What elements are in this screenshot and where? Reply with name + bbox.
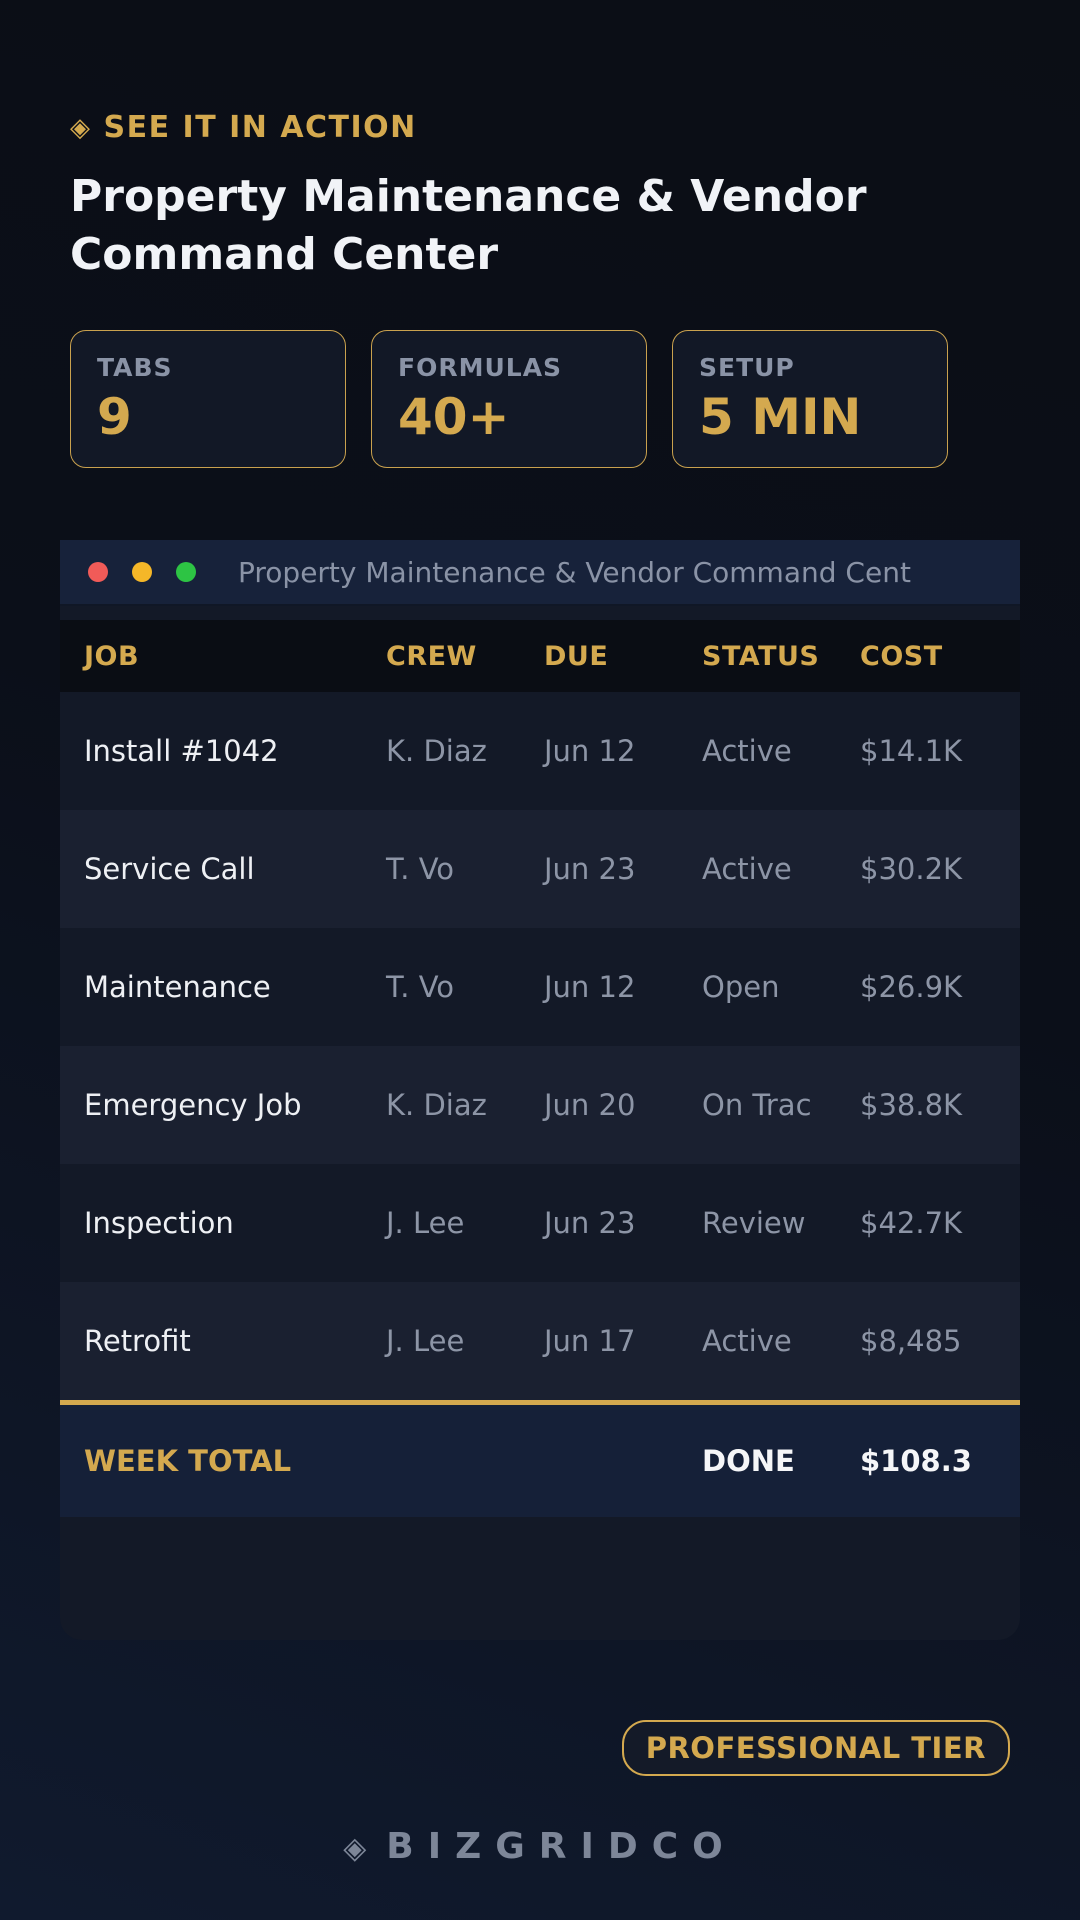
cell-due: Jun 23	[544, 852, 636, 886]
cell-due: Jun 17	[544, 1324, 636, 1358]
cell-job: Emergency Job	[84, 1088, 302, 1122]
table-body: Install #1042 K. Diaz Jun 12 Active $14.…	[60, 692, 1020, 1400]
stat-label: FORMULAS	[398, 353, 563, 382]
stats-row: TABS 9 FORMULAS 40+ SETUP 5 MIN	[70, 330, 948, 468]
window-title: Property Maintenance & Vendor Command Ce…	[238, 555, 911, 589]
stat-label: TABS	[97, 353, 173, 382]
tier-badge: PROFESSIONAL TIER	[621, 1720, 1010, 1776]
table-row[interactable]: Maintenance T. Vo Jun 12 Open $26.9K	[60, 928, 1020, 1046]
cell-cost: $38.8K	[860, 1088, 963, 1122]
cell-status: Review	[702, 1206, 806, 1240]
table-row[interactable]: Inspection J. Lee Jun 23 Review $42.7K	[60, 1164, 1020, 1282]
cell-status: Active	[702, 852, 792, 886]
cell-due: Jun 23	[544, 1206, 636, 1240]
table-row[interactable]: Emergency Job K. Diaz Jun 20 On Trac $38…	[60, 1046, 1020, 1164]
cell-job: Inspection	[84, 1206, 234, 1240]
total-label: WEEK TOTAL	[84, 1444, 292, 1478]
table-row[interactable]: Service Call T. Vo Jun 23 Active $30.2K	[60, 810, 1020, 928]
eyebrow-label: SEE IT IN ACTION	[103, 110, 417, 145]
spreadsheet-window: Property Maintenance & Vendor Command Ce…	[60, 540, 1020, 1640]
stat-label: SETUP	[699, 353, 795, 382]
diamond-icon: ◈	[70, 112, 92, 143]
stat-card-tabs: TABS 9	[70, 330, 346, 468]
stat-value: 5 MIN	[699, 388, 862, 446]
table-row[interactable]: Install #1042 K. Diaz Jun 12 Active $14.…	[60, 692, 1020, 810]
maximize-window-button[interactable]	[176, 562, 196, 582]
page-title: Property Maintenance & Vendor Command Ce…	[70, 171, 867, 280]
cell-cost: $26.9K	[860, 970, 963, 1004]
cell-crew: J. Lee	[386, 1206, 465, 1240]
cell-cost: $30.2K	[860, 852, 963, 886]
section-eyebrow: ◈ SEE IT IN ACTION	[70, 110, 417, 145]
window-titlebar: Property Maintenance & Vendor Command Ce…	[60, 540, 1020, 606]
stat-card-setup: SETUP 5 MIN	[672, 330, 948, 468]
cell-crew: J. Lee	[386, 1324, 465, 1358]
cell-status: Active	[702, 1324, 792, 1358]
cell-crew: K. Diaz	[386, 1088, 487, 1122]
stat-card-formulas: FORMULAS 40+	[371, 330, 647, 468]
cell-due: Jun 20	[544, 1088, 636, 1122]
minimize-window-button[interactable]	[132, 562, 152, 582]
table-total-row: WEEK TOTAL DONE $108.3	[60, 1400, 1020, 1517]
table-header: JOB CREW DUE STATUS COST	[60, 620, 1020, 692]
stat-value: 9	[97, 388, 132, 446]
table-row[interactable]: Retrofit J. Lee Jun 17 Active $8,485	[60, 1282, 1020, 1400]
column-header-cost: COST	[860, 640, 943, 672]
column-header-due: DUE	[544, 640, 609, 672]
cell-cost: $8,485	[860, 1324, 962, 1358]
cell-cost: $42.7K	[860, 1206, 963, 1240]
cell-job: Retrofit	[84, 1324, 191, 1358]
cell-status: On Trac	[702, 1088, 812, 1122]
column-header-crew: CREW	[386, 640, 477, 672]
cell-crew: K. Diaz	[386, 734, 487, 768]
total-status: DONE	[702, 1444, 795, 1478]
total-cost: $108.3	[860, 1444, 972, 1478]
cell-job: Maintenance	[84, 970, 271, 1004]
cell-crew: T. Vo	[386, 852, 455, 886]
brand-name: BIZGRIDCO	[386, 1826, 737, 1867]
cell-due: Jun 12	[544, 734, 636, 768]
column-header-job: JOB	[84, 640, 140, 672]
cell-job: Service Call	[84, 852, 255, 886]
cell-cost: $14.1K	[860, 734, 963, 768]
diamond-icon: ◈	[343, 1831, 367, 1866]
column-header-status: STATUS	[702, 640, 820, 672]
close-window-button[interactable]	[88, 562, 108, 582]
brand-logo: ◈ BIZGRIDCO	[0, 1826, 1080, 1867]
cell-job: Install #1042	[84, 734, 279, 768]
cell-status: Open	[702, 970, 780, 1004]
cell-status: Active	[702, 734, 792, 768]
cell-due: Jun 12	[544, 970, 636, 1004]
stat-value: 40+	[398, 388, 510, 446]
cell-crew: T. Vo	[386, 970, 455, 1004]
